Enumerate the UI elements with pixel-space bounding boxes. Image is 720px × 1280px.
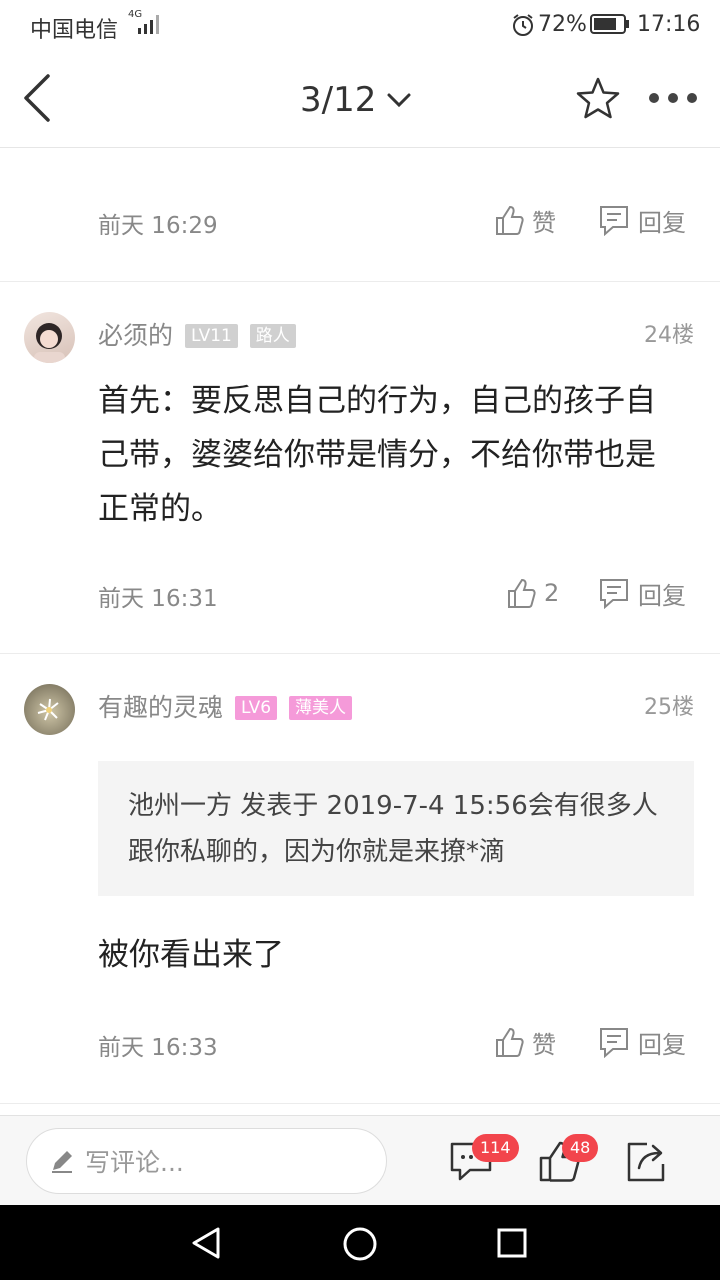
like-button[interactable]: 赞: [494, 1022, 556, 1062]
reply-bubble-icon: [600, 579, 628, 609]
pencil-icon: [52, 1151, 72, 1173]
comments-count-badge: 114: [472, 1134, 519, 1162]
title-badge: 薄美人: [288, 696, 352, 720]
more-icon[interactable]: [648, 90, 698, 106]
quoted-reply[interactable]: 池州一方 发表于 2019-7-4 15:56会有很多人跟你私聊的，因为你就是来…: [98, 761, 694, 896]
post-time: 前天 16:31: [98, 586, 218, 612]
page-indicator: 3/12: [300, 80, 377, 120]
comment-input[interactable]: 写评论...: [26, 1128, 387, 1194]
nav-recents-icon[interactable]: [496, 1227, 528, 1259]
top-navigation-bar: 3/12: [0, 50, 720, 148]
like-count: 2: [544, 579, 560, 607]
post-body: 首先：要反思自己的行为，自己的孩子自己带，婆婆给你带是情分，不给你带也是正常的。: [98, 383, 656, 527]
reply-button[interactable]: 回复: [598, 1022, 686, 1062]
floor-number: 25楼: [644, 695, 694, 720]
avatar[interactable]: [24, 684, 75, 735]
clock: 17:16: [637, 12, 701, 37]
divider: [0, 653, 720, 654]
thumbs-up-icon: [508, 578, 536, 608]
bottom-action-bar: 写评论... 114 48: [0, 1115, 720, 1205]
star-icon[interactable]: [575, 76, 621, 120]
reply-bubble-icon: [600, 1028, 628, 1058]
post-body: 被你看出来了: [98, 937, 284, 973]
reply-label: 回复: [638, 208, 686, 237]
nav-home-icon[interactable]: [342, 1226, 378, 1262]
post-meta-row: 前天 16:31 2 回复: [98, 573, 694, 613]
back-arrow-icon[interactable]: [20, 72, 54, 124]
post-time: 前天 16:33: [98, 1035, 218, 1061]
status-bar: 中国电信 4G 72% 17:16: [0, 0, 720, 50]
author-line: 必须的 LV11 路人: [98, 316, 296, 356]
page-selector[interactable]: 3/12: [300, 78, 412, 122]
nav-back-icon[interactable]: [190, 1226, 222, 1260]
reply-button[interactable]: 回复: [598, 573, 686, 613]
post-meta-row: 前天 16:33 赞 回复: [98, 1022, 694, 1062]
like-button[interactable]: 2: [506, 573, 559, 613]
thumbs-up-icon: [496, 205, 524, 235]
chevron-down-icon: [387, 93, 411, 108]
like-label: 赞: [532, 1030, 556, 1059]
reply-button[interactable]: 回复: [598, 200, 686, 240]
avatar[interactable]: [24, 312, 75, 363]
like-label: 赞: [532, 208, 556, 237]
title-badge: 路人: [249, 324, 296, 348]
thumbs-up-icon: [496, 1027, 524, 1057]
post-time: 前天 16:29: [98, 213, 218, 239]
carrier-label: 中国电信: [30, 18, 119, 43]
likes-count-badge: 48: [562, 1134, 599, 1162]
battery-percent: 72%: [538, 12, 587, 37]
post-meta-row: 前天 16:29 赞 回复: [98, 200, 694, 240]
system-navigation-bar: [0, 1205, 720, 1280]
level-badge: LV11: [184, 324, 238, 348]
author-line: 有趣的灵魂 LV6 薄美人: [98, 688, 352, 728]
share-icon[interactable]: [625, 1138, 669, 1184]
divider: [0, 1103, 720, 1104]
like-button[interactable]: 赞: [494, 200, 556, 240]
battery-icon: [590, 14, 629, 34]
divider: [0, 281, 720, 282]
author-name[interactable]: 必须的: [98, 321, 173, 350]
alarm-icon: [513, 14, 533, 36]
comment-placeholder: 写评论...: [85, 1148, 184, 1177]
reply-label: 回复: [638, 1030, 686, 1059]
reply-label: 回复: [638, 581, 686, 610]
floor-number: 24楼: [644, 323, 694, 348]
level-badge: LV6: [234, 696, 278, 720]
signal-icon: [138, 15, 159, 34]
author-name[interactable]: 有趣的灵魂: [98, 693, 223, 722]
reply-bubble-icon: [600, 206, 628, 236]
